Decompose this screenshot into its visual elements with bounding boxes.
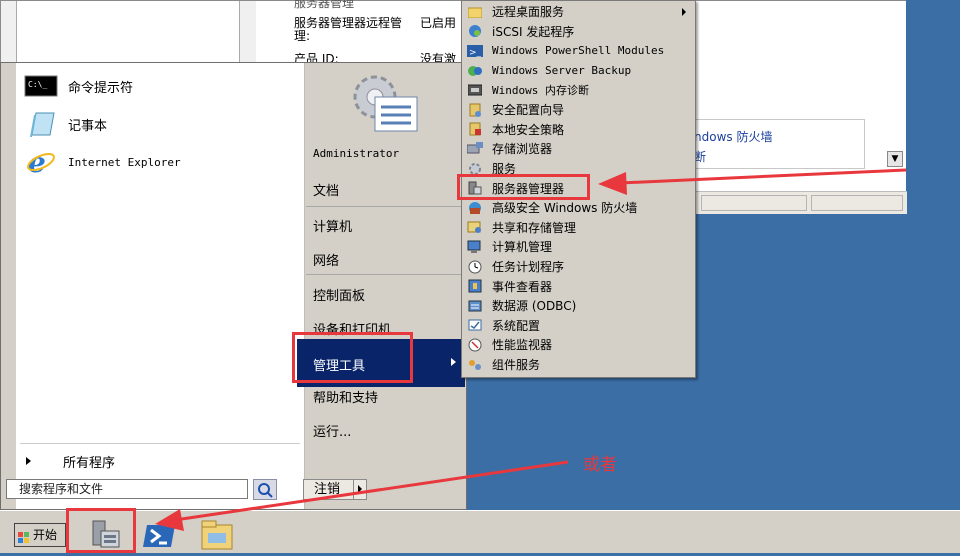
arrow-to-taskbar — [174, 460, 569, 522]
or-annotation-label: 或者 — [583, 455, 617, 475]
arrow-to-server-manager — [619, 168, 907, 185]
arrow-head — [598, 172, 627, 195]
arrow-head — [155, 509, 184, 531]
annotation-arrows — [155, 168, 907, 531]
